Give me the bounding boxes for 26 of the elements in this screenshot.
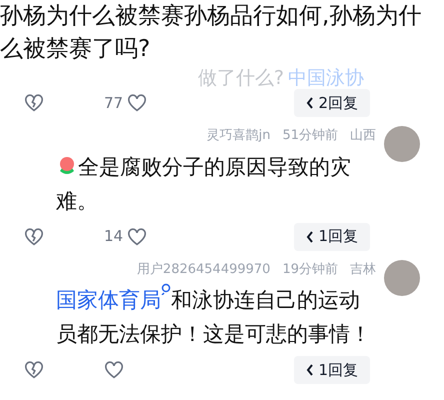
user-avatar[interactable]: [384, 260, 420, 296]
broken-heart-icon[interactable]: [24, 361, 44, 379]
reply-button[interactable]: 1回复: [294, 222, 370, 250]
chevron-icon: [306, 230, 314, 242]
faded-comment-text: 做了什么?: [198, 66, 284, 91]
comment-location: 山西: [350, 127, 376, 145]
comment-time: 51分钟前: [282, 127, 338, 145]
comment-location: 吉林: [350, 260, 376, 278]
heart-icon[interactable]: [104, 361, 124, 379]
article-title: 孙杨为什么被禁赛孙杨品行如何,孙杨为什么被禁赛了吗?: [0, 2, 422, 64]
chevron-icon: [306, 97, 314, 109]
comment-time: 19分钟前: [282, 260, 338, 278]
reply-button[interactable]: 1回复: [294, 356, 370, 384]
reply-button[interactable]: 2回复: [294, 89, 370, 117]
comment-text: 国家体育局 和泳协连自己的运动员都无法保护！这是可悲的事情！: [46, 283, 376, 351]
broken-heart-icon[interactable]: [24, 94, 44, 112]
topic-link[interactable]: 国家体育局: [56, 288, 161, 312]
user-avatar[interactable]: [384, 126, 420, 162]
like-count: 14: [104, 226, 124, 248]
broken-heart-icon[interactable]: [24, 228, 44, 246]
heart-icon[interactable]: [127, 228, 148, 246]
chevron-icon: [306, 364, 314, 376]
like-count: 77: [104, 92, 124, 114]
search-icon: [161, 283, 171, 295]
heart-icon[interactable]: [127, 94, 148, 112]
comment-text: 全是腐败分子的原因导致的灾难。: [55, 154, 352, 214]
